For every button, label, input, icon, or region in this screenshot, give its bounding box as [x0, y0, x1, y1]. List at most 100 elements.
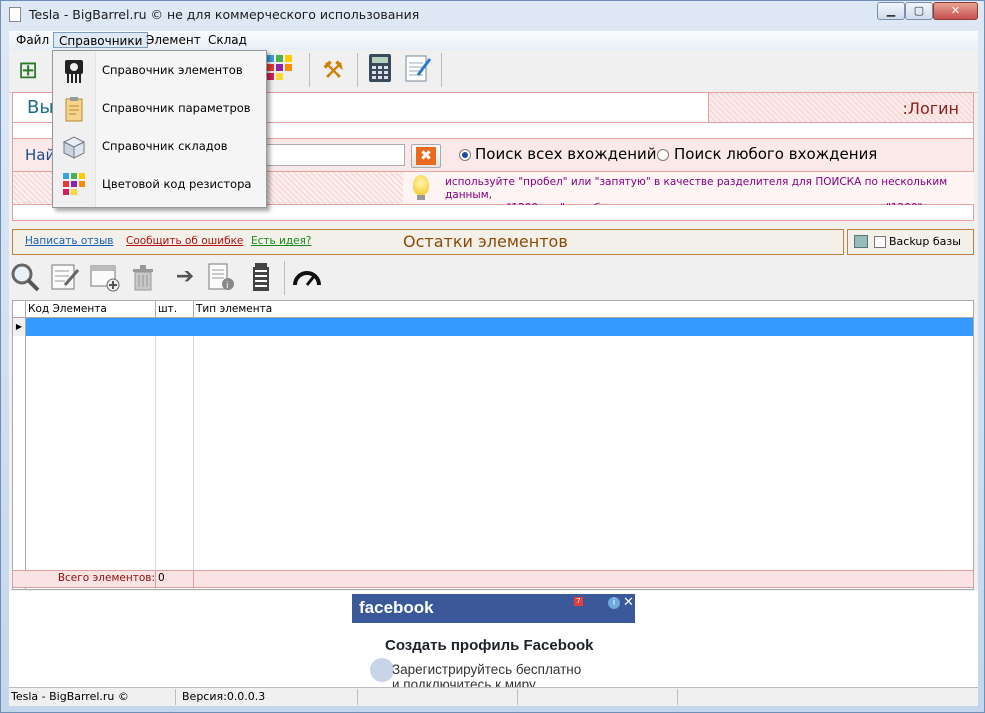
maximize-button[interactable]: ▢: [905, 2, 933, 20]
calculator-icon[interactable]: [363, 53, 397, 87]
ad-info-icon[interactable]: i: [608, 597, 620, 609]
menu-file[interactable]: Файл: [11, 32, 54, 48]
grid-corner: [13, 301, 26, 317]
radio-search-any[interactable]: [657, 149, 669, 161]
notification-badge: 7: [574, 597, 583, 606]
radio-search-any-label[interactable]: Поиск любого вхождения: [674, 145, 877, 163]
toolbar-separator: [441, 53, 442, 87]
menu-item-warehouses-ref[interactable]: Справочник складов: [53, 128, 266, 166]
app-icon: [9, 7, 21, 22]
links-bar: Написать отзыв Сообщить об ошибке Есть и…: [12, 229, 844, 255]
status-version: Версия:0.0.0.3: [182, 690, 266, 703]
link-report-bug[interactable]: Сообщить об ошибке: [126, 235, 243, 247]
search-label: Най: [25, 146, 56, 164]
status-bar: Tesla - BigBarrel.ru © Версия:0.0.0.3: [9, 687, 978, 706]
ad-heading[interactable]: Создать профиль Facebook: [385, 637, 594, 654]
menu-item-label: Справочник складов: [102, 139, 228, 153]
hint-area: используйте "пробел" или "запятую" в кач…: [403, 172, 974, 214]
window-title: Tesla - BigBarrel.ru © не для коммерческ…: [29, 7, 420, 22]
menu-item-resistor-color-code[interactable]: Цветовой код резистора: [53, 166, 266, 204]
clear-search-button[interactable]: ✖: [411, 144, 441, 168]
chip-icon: [61, 57, 87, 85]
toolbar-separator: [309, 53, 310, 87]
column-header-qty[interactable]: шт.: [156, 301, 194, 317]
total-elements-label: Всего элементов:: [57, 572, 155, 584]
menu-element[interactable]: Элемент: [141, 32, 206, 48]
svg-text:i: i: [226, 281, 229, 291]
facebook-banner[interactable]: facebook 7 i ✕: [352, 594, 635, 623]
notepad-icon[interactable]: [401, 53, 435, 87]
search-icon[interactable]: [9, 261, 41, 293]
table-row[interactable]: [26, 318, 973, 336]
color-grid-icon: [61, 171, 87, 199]
lightbulb-base: [417, 195, 425, 200]
elements-grid: Код Элемента шт. Тип элемента ▶: [12, 300, 974, 590]
toolbar-separator: [357, 53, 358, 87]
color-code-icon[interactable]: [263, 53, 297, 87]
footer-divider: [193, 571, 194, 587]
add-network-icon[interactable]: ⊞: [11, 53, 45, 87]
column-header-code[interactable]: Код Элемента: [26, 301, 156, 317]
tools-icon[interactable]: ⚒: [316, 53, 350, 87]
column-divider: [193, 336, 194, 589]
ad-area: facebook 7 i ✕ Создать профиль Facebook …: [9, 591, 978, 687]
grid-footer: Всего элементов: 0: [12, 570, 974, 588]
radio-search-all-label[interactable]: Поиск всех вхождений: [475, 145, 657, 163]
add-record-icon[interactable]: [89, 261, 121, 293]
radio-search-all[interactable]: [459, 149, 471, 161]
link-write-review[interactable]: Написать отзыв: [25, 235, 113, 247]
link-have-idea[interactable]: Есть идея?: [251, 235, 311, 247]
backup-panel: Backup базы: [847, 229, 974, 255]
welcome-text: Вы: [27, 97, 54, 118]
row-indicator-icon: ▶: [13, 318, 26, 336]
database-icon: [854, 235, 868, 248]
column-header-type[interactable]: Тип элемента: [194, 301, 973, 317]
info-record-icon[interactable]: i: [205, 261, 237, 293]
minimize-button[interactable]: ▁: [877, 2, 905, 20]
facebook-logo: facebook: [359, 598, 434, 617]
login-panel: :Логин: [708, 92, 974, 123]
toolbar-separator: [284, 261, 285, 295]
backup-label[interactable]: Backup базы: [889, 235, 961, 248]
total-elements-value: 0: [158, 572, 165, 584]
footer-divider: [155, 571, 156, 587]
clear-icon: ✖: [416, 147, 436, 165]
menu-references[interactable]: Справочники: [53, 32, 149, 48]
delete-icon[interactable]: [127, 261, 159, 293]
arrow-right-icon[interactable]: ➔: [169, 261, 201, 293]
grid-toolbar: ➔ i: [9, 259, 978, 297]
menu-warehouse[interactable]: Склад: [203, 32, 252, 48]
search-input[interactable]: [253, 144, 405, 166]
column-divider: [155, 336, 156, 589]
menu-item-label: Справочник элементов: [102, 63, 243, 77]
ad-close-icon[interactable]: ✕: [623, 595, 634, 610]
status-divider: [677, 689, 678, 705]
search-hint-line1: используйте "пробел" или "запятую" в кач…: [445, 176, 948, 201]
references-dropdown-menu: Справочник элементов Справочник параметр…: [52, 50, 267, 208]
row-header-divider: [25, 336, 26, 589]
box-icon: [61, 133, 87, 161]
edit-icon[interactable]: [49, 261, 81, 293]
lightbulb-icon: [413, 175, 429, 195]
status-app-name: Tesla - BigBarrel.ru ©: [11, 690, 129, 703]
status-divider: [175, 689, 176, 705]
backup-checkbox[interactable]: [874, 236, 886, 248]
grid-header: Код Элемента шт. Тип элемента: [13, 301, 973, 318]
status-divider: [357, 689, 358, 705]
title-bar[interactable]: Tesla - BigBarrel.ru © не для коммерческ…: [1, 1, 985, 29]
menu-item-parameters-ref[interactable]: Справочник параметров: [53, 90, 266, 128]
app-window: Tesla - BigBarrel.ru © не для коммерческ…: [0, 0, 985, 713]
status-divider: [517, 689, 518, 705]
section-title: Остатки элементов: [403, 232, 568, 251]
menu-item-label: Справочник параметров: [102, 101, 251, 115]
ad-text-line1: Зарегистрируйтесь бесплатно: [392, 662, 582, 677]
close-button[interactable]: ✕: [933, 2, 978, 20]
menu-bar: Файл Справочники Элемент Склад: [9, 31, 978, 50]
login-label[interactable]: :Логин: [903, 99, 959, 118]
menu-item-elements-ref[interactable]: Справочник элементов: [53, 52, 266, 90]
gauge-icon[interactable]: [291, 261, 323, 293]
menu-item-label: Цветовой код резистора: [102, 177, 252, 191]
ad-avatar: [370, 658, 394, 682]
barcode-icon[interactable]: [245, 261, 277, 293]
ad-text-line2: и подключитесь к миру.: [392, 677, 539, 687]
